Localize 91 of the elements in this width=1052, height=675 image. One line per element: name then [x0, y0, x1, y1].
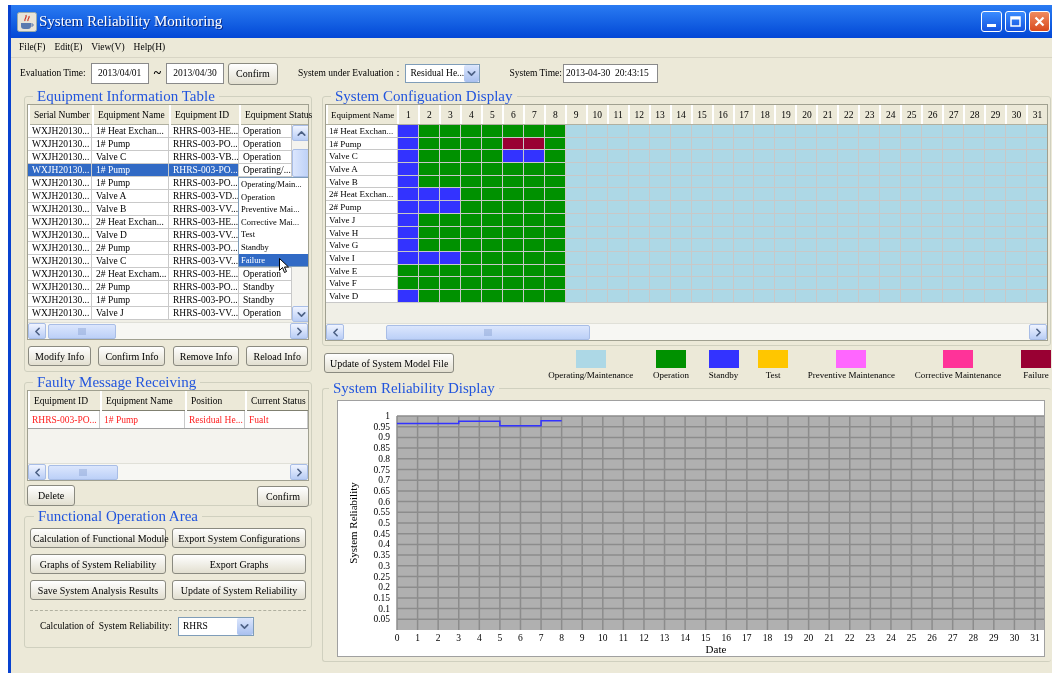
- axis-tick-label: 1: [385, 411, 390, 421]
- axis-tick-label: 0.4: [378, 539, 390, 550]
- axis-tick-label: 0.2: [378, 582, 390, 593]
- axis-tick-label: 25: [906, 633, 917, 643]
- axis-tick-label: 6: [518, 633, 523, 643]
- axis-tick-label: 31: [1030, 633, 1040, 643]
- legend-label: Preventive Maintenance: [807, 369, 895, 382]
- axis-tick-label: 9: [579, 633, 585, 643]
- axis-tick-label: 14: [680, 633, 690, 643]
- table-cell: Operation: [239, 268, 292, 281]
- axis-tick-label: 29: [989, 633, 999, 643]
- legend-label: Test: [765, 369, 781, 382]
- row-header: Valve F: [326, 277, 397, 289]
- axis-title: System Reliability: [347, 482, 359, 564]
- section-title: Faulty Message Receiving: [36, 374, 198, 390]
- range-separator: ~: [153, 65, 161, 83]
- axis-tick-label: 0.85: [373, 443, 390, 454]
- axis-tick-label: 3: [456, 633, 462, 643]
- axis-tick-label: 8: [559, 633, 564, 643]
- row-header: 2# Heat Exchan...: [326, 188, 397, 201]
- axis-tick-label: 0.8: [378, 453, 390, 464]
- table-cell: Operation: [239, 138, 292, 151]
- axis-tick-label: 0.25: [373, 571, 390, 582]
- axis-tick-label: 2: [435, 633, 441, 643]
- axis-tick-label: 30: [1009, 633, 1020, 643]
- table-cell: Fualt: [245, 411, 308, 428]
- axis-title: Date: [705, 643, 727, 655]
- axis-tick-label: 0.35: [373, 550, 390, 561]
- axis-tick-label: 16: [721, 633, 732, 643]
- axis-tick-label: 5: [497, 633, 503, 643]
- section-title: Equipment Information Table: [36, 88, 216, 104]
- table-cell: Standby: [239, 294, 292, 307]
- axis-tick-label: 0.15: [373, 592, 390, 603]
- table-cell: Residual He...: [185, 411, 245, 428]
- row-header: Valve A: [326, 163, 397, 175]
- axis-tick-label: 12: [639, 633, 649, 643]
- legend-label: Corrective Maintenance: [914, 369, 1002, 382]
- axis-tick-label: 17: [742, 633, 752, 643]
- axis-tick-label: 1: [415, 633, 420, 643]
- section-title: System Reliability Display: [332, 380, 496, 396]
- axis-tick-label: 0.75: [373, 464, 390, 475]
- axis-tick-label: 0.1: [378, 603, 390, 614]
- axis-tick-label: 0: [394, 633, 400, 643]
- row-header: 2# Pump: [326, 201, 397, 213]
- axis-tick-label: 28: [968, 633, 978, 643]
- axis-tick-label: 15: [700, 633, 711, 643]
- table-cell: Operating/...: [239, 164, 292, 177]
- table-cell: 1# Pump: [100, 411, 185, 428]
- axis-tick-label: 4: [476, 633, 482, 643]
- axis-tick-label: 0.3: [378, 560, 390, 571]
- axis-tick-label: 0.7: [378, 475, 390, 486]
- field-label: Evaluation Time:: [20, 67, 86, 81]
- row-header: Valve C: [326, 150, 397, 163]
- axis-tick-label: 0.55: [373, 507, 390, 518]
- table-cell: Operation: [239, 125, 292, 138]
- axis-tick-label: 0.65: [373, 485, 390, 496]
- field-label: Calculation of System Reliability:: [40, 620, 172, 634]
- axis-tick-label: 0.5: [378, 518, 390, 528]
- axis-tick-label: 0.45: [373, 528, 390, 539]
- axis-tick-label: 7: [538, 633, 544, 643]
- section-title: Functional Operation Area: [37, 508, 199, 524]
- field-label: System Time:: [509, 67, 562, 81]
- axis-tick-label: 22: [845, 633, 855, 643]
- legend-label: Operating/Maintenance: [548, 369, 634, 382]
- row-header: Valve G: [326, 239, 397, 251]
- axis-tick-label: 10: [598, 633, 608, 643]
- legend-label: Operation: [652, 369, 689, 382]
- axis-tick-label: 19: [783, 633, 793, 643]
- axis-tick-label: 18: [762, 633, 773, 643]
- window-title: System Reliability Monitoring: [39, 12, 223, 32]
- field-label: System under Evaluation：: [297, 67, 404, 81]
- axis-tick-label: 0.95: [373, 421, 390, 432]
- axis-tick-label: 20: [803, 633, 814, 643]
- row-header: 1# Heat Exchan...: [326, 125, 397, 137]
- axis-tick-label: 23: [865, 633, 876, 643]
- table-cell: Operation: [239, 307, 292, 320]
- axis-tick-label: 27: [947, 633, 958, 643]
- axis-tick-label: 0.9: [378, 432, 390, 443]
- table-cell: RHRS-003-PO...: [28, 411, 100, 428]
- axis-tick-label: 24: [886, 633, 896, 643]
- section-title: System Configuation Display: [334, 88, 514, 104]
- table-cell: Operation: [239, 151, 292, 164]
- legend-label: Failure: [1023, 369, 1049, 382]
- axis-tick-label: 21: [824, 633, 834, 643]
- axis-tick-label: 0.05: [373, 614, 390, 625]
- axis-tick-label: 11: [618, 633, 628, 643]
- axis-tick-label: 0.6: [378, 496, 390, 507]
- axis-tick-label: 26: [927, 633, 937, 643]
- legend-label: Standby: [708, 369, 739, 382]
- axis-tick-label: 13: [659, 633, 670, 643]
- table-cell: Standby: [239, 281, 292, 294]
